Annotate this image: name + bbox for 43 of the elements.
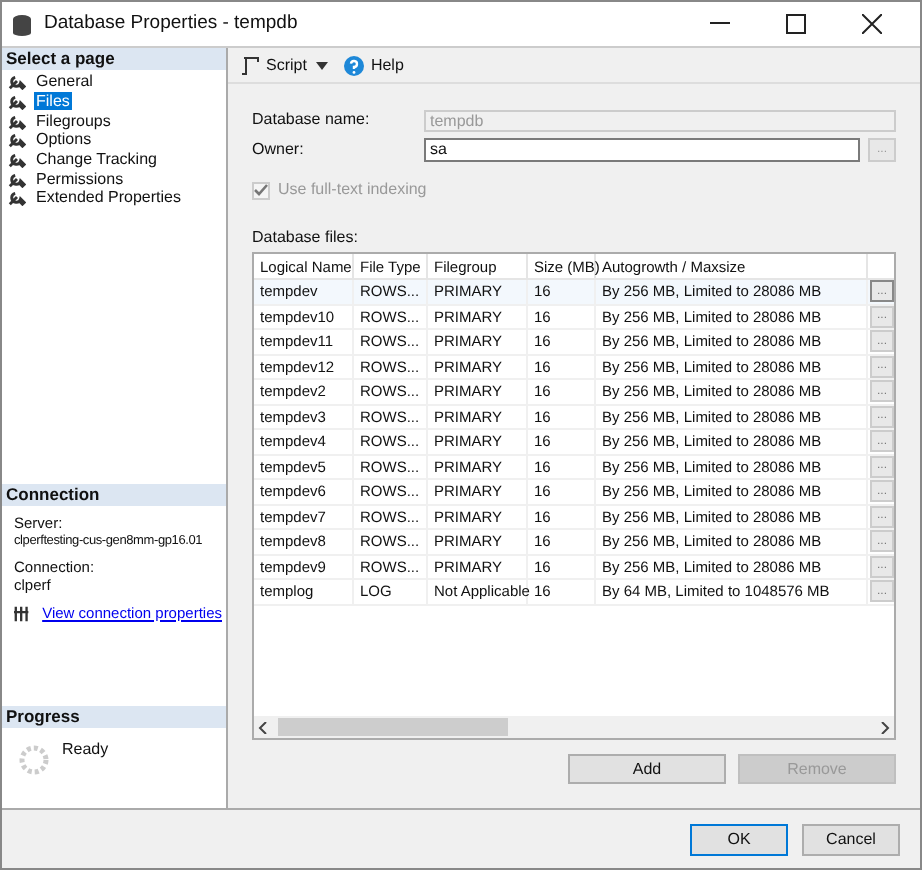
- page-item[interactable]: Filegroups: [34, 111, 113, 130]
- scroll-left-icon[interactable]: [258, 721, 270, 733]
- dialog-button[interactable]: Cancel: [802, 823, 900, 855]
- database-name-label: Database name:: [252, 108, 372, 132]
- wrench-icon: [8, 188, 26, 207]
- connection-icon: [14, 605, 31, 621]
- page-item[interactable]: Change Tracking: [34, 150, 159, 169]
- page-item[interactable]: Permissions: [34, 169, 126, 188]
- horizontal-scrollbar[interactable]: [254, 716, 894, 738]
- owner-field[interactable]: sa: [424, 138, 860, 162]
- scrollbar-thumb[interactable]: [278, 718, 508, 736]
- help-icon: [344, 55, 365, 75]
- page-item[interactable]: Files: [34, 92, 72, 111]
- database-icon: [12, 13, 32, 35]
- owner-label: Owner:: [252, 138, 306, 162]
- script-button[interactable]: Script: [240, 53, 307, 77]
- dropdown-caret-icon[interactable]: [316, 61, 329, 69]
- files-label: Database files:: [252, 226, 360, 250]
- maximize-icon: [786, 14, 806, 34]
- close-icon: [862, 14, 882, 34]
- dialog-button[interactable]: OK: [690, 823, 788, 855]
- window-title: Database Properties - tempdb: [44, 9, 298, 38]
- section-header: Select a page: [2, 48, 226, 70]
- minimize-icon: [710, 22, 730, 26]
- help-button[interactable]: Help: [344, 53, 404, 77]
- table-action-button[interactable]: Add: [568, 754, 726, 784]
- wrench-icon: [8, 150, 26, 169]
- check-icon: [254, 184, 268, 196]
- scroll-right-icon[interactable]: [878, 721, 890, 733]
- wrench-icon: [8, 169, 26, 188]
- fulltext-label: Use full-text indexing: [278, 178, 427, 202]
- page-item[interactable]: Extended Properties: [34, 188, 183, 207]
- wrench-icon: [8, 92, 26, 111]
- page-item[interactable]: General: [34, 72, 95, 91]
- script-icon: [240, 55, 260, 75]
- wrench-icon: [8, 111, 26, 130]
- wrench-icon: [8, 72, 26, 91]
- spinner-icon: [18, 744, 50, 776]
- wrench-icon: [8, 130, 26, 149]
- progress-status: Ready: [62, 738, 109, 762]
- page-item[interactable]: Options: [34, 130, 94, 149]
- section-header: Progress: [2, 706, 226, 728]
- section-header: Connection: [2, 484, 226, 506]
